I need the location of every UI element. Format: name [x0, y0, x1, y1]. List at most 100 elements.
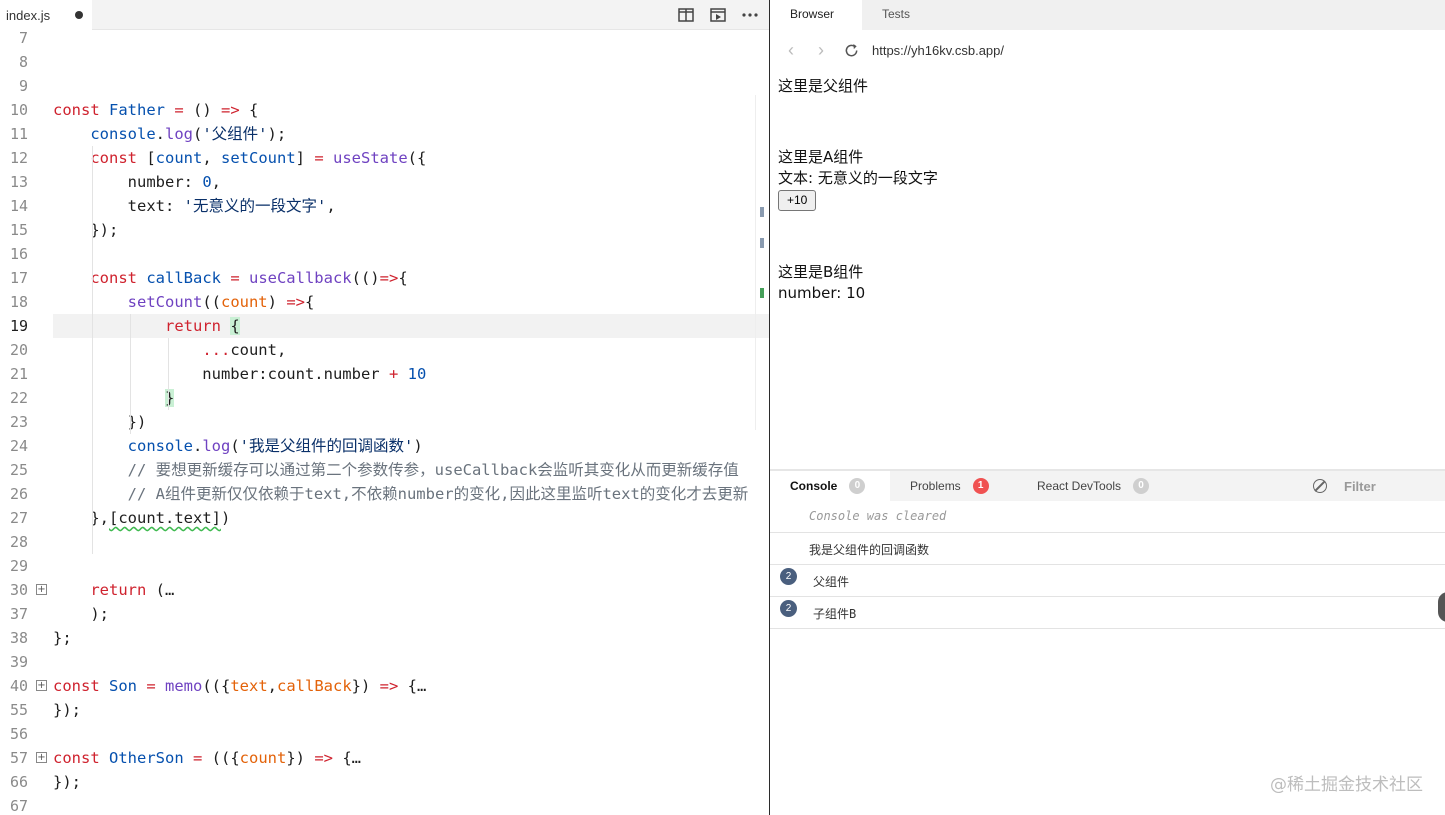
- editor-scrollbar[interactable]: [755, 95, 769, 430]
- code-token: const: [53, 677, 109, 695]
- line-number: 17: [9, 269, 28, 287]
- scrollbar-marker: [760, 207, 764, 217]
- tab-console[interactable]: Console 0: [770, 471, 890, 501]
- line-number: 11: [9, 125, 28, 143]
- indent-guide: [168, 338, 169, 410]
- code-token: useState: [333, 149, 408, 167]
- code-token: '我是父组件的回调函数': [239, 437, 414, 455]
- code-line[interactable]: 39: [0, 650, 769, 674]
- code-token: Father: [109, 101, 165, 119]
- code-line[interactable]: 17 const callBack = useCallback(()=>{: [0, 266, 769, 290]
- fold-expand-icon[interactable]: +: [36, 680, 47, 691]
- code-line[interactable]: 38};: [0, 626, 769, 650]
- code-line[interactable]: 57 + const OtherSon = (({count}) => {…: [0, 746, 769, 770]
- code-editor[interactable]: index.js 7 8 9 10 const Father = () => {11 c…: [0, 0, 769, 815]
- code-line[interactable]: 37 );: [0, 602, 769, 626]
- console-log-row[interactable]: 2 父组件: [770, 565, 1445, 597]
- code-token: (: [230, 437, 240, 455]
- code-line[interactable]: 12 const [count, setCount] = useState({: [0, 146, 769, 170]
- code-line[interactable]: 27 },[count.text]): [0, 506, 769, 530]
- code-line[interactable]: 11 console.log('父组件');: [0, 122, 769, 146]
- line-number: 15: [9, 221, 28, 239]
- code-token: count: [239, 749, 287, 767]
- tab-console-label: Console: [790, 479, 838, 493]
- add-ten-button[interactable]: +10: [778, 190, 817, 211]
- code-line[interactable]: 18 setCount((count) =>{: [0, 290, 769, 314]
- code-token: ): [220, 509, 231, 527]
- fold-expand-icon[interactable]: +: [36, 752, 47, 763]
- code-line[interactable]: 22 }: [0, 386, 769, 410]
- url-field[interactable]: https://yh16kv.csb.app/: [872, 43, 1004, 58]
- more-icon[interactable]: [741, 7, 759, 23]
- code-line[interactable]: 30 + return (…: [0, 578, 769, 602]
- code-line[interactable]: 29: [0, 554, 769, 578]
- scroll-handle[interactable]: [1438, 592, 1445, 622]
- code-line[interactable]: 7: [0, 26, 769, 50]
- code-token: ,: [267, 677, 277, 695]
- code-line[interactable]: 28: [0, 530, 769, 554]
- code-line[interactable]: 24 console.log('我是父组件的回调函数'): [0, 434, 769, 458]
- code-text: });: [53, 218, 118, 242]
- back-icon[interactable]: ‹: [782, 41, 800, 59]
- code-line[interactable]: 40 + const Son = memo(({text,callBack}) =>…: [0, 674, 769, 698]
- clear-console-icon[interactable]: [1313, 479, 1327, 493]
- code-line[interactable]: 23 }): [0, 410, 769, 434]
- code-area[interactable]: 7 8 9 10 const Father = () => {11 console.lo…: [0, 26, 769, 815]
- code-token: ,: [211, 173, 221, 191]
- code-token: useCallback: [248, 269, 352, 287]
- forward-icon[interactable]: ›: [812, 41, 830, 59]
- code-token: ((: [202, 293, 221, 311]
- code-line[interactable]: 8: [0, 50, 769, 74]
- reload-icon[interactable]: [842, 41, 860, 59]
- console-filter-input[interactable]: [1332, 474, 1445, 498]
- unsaved-dot-icon[interactable]: [75, 11, 83, 19]
- code-token: log: [165, 125, 193, 143]
- code-line[interactable]: 16: [0, 242, 769, 266]
- code-line[interactable]: 66});: [0, 770, 769, 794]
- tab-browser[interactable]: Browser: [770, 0, 862, 30]
- code-text: console.log('我是父组件的回调函数'): [53, 434, 423, 458]
- tab-tests[interactable]: Tests: [862, 0, 930, 30]
- code-line[interactable]: 26 // A组件更新仅仅依赖于text,不依赖number的变化,因此这里监听…: [0, 482, 769, 506]
- fold-expand-icon[interactable]: +: [36, 584, 47, 595]
- code-token: ): [413, 437, 423, 455]
- code-token: ...: [202, 341, 231, 359]
- code-line[interactable]: 20 ...count,: [0, 338, 769, 362]
- console-log-row[interactable]: 2 子组件B: [770, 597, 1445, 629]
- code-line[interactable]: 25 // 要想更新缓存可以通过第二个参数传参，useCallback会监听其变…: [0, 458, 769, 482]
- code-token: =: [165, 101, 193, 119]
- code-token: =: [137, 677, 165, 695]
- code-line[interactable]: 13 number: 0,: [0, 170, 769, 194]
- code-text: number: 0,: [53, 170, 221, 194]
- split-editor-icon[interactable]: [677, 7, 695, 23]
- preview-icon[interactable]: [709, 7, 727, 23]
- code-token: memo: [165, 677, 203, 695]
- code-line[interactable]: 9: [0, 74, 769, 98]
- console-log-row[interactable]: Console was cleared: [770, 501, 1445, 533]
- code-line[interactable]: 55});: [0, 698, 769, 722]
- code-line[interactable]: 19 return {: [0, 314, 769, 338]
- code-text: const callBack = useCallback(()=>{: [53, 266, 408, 290]
- code-line[interactable]: 67: [0, 794, 769, 815]
- tab-problems[interactable]: Problems 1: [910, 471, 989, 501]
- line-number: 39: [9, 653, 28, 671]
- code-line[interactable]: 56: [0, 722, 769, 746]
- code-token: {…: [333, 749, 361, 767]
- code-token: '无意义的一段文字': [183, 197, 327, 215]
- code-line[interactable]: 14 text: '无意义的一段文字',: [0, 194, 769, 218]
- code-token: callBack: [146, 269, 221, 287]
- line-number: 12: [9, 149, 28, 167]
- line-number: 14: [9, 197, 28, 215]
- b-title: 这里是B组件: [778, 263, 864, 281]
- father-title: 这里是父组件: [778, 77, 869, 95]
- code-token: ((): [351, 269, 380, 287]
- console-log-row[interactable]: 我是父组件的回调函数: [770, 533, 1445, 565]
- code-token: {: [398, 269, 408, 287]
- code-token: callBack: [277, 677, 352, 695]
- code-line[interactable]: 21 number:count.number + 10: [0, 362, 769, 386]
- code-line[interactable]: 10 const Father = () => {: [0, 98, 769, 122]
- code-text: );: [53, 602, 109, 626]
- preview-pane: Browser Tests ‹ › https://yh16kv.csb.app…: [770, 0, 1445, 815]
- tab-react-devtools[interactable]: React DevTools 0: [1037, 471, 1150, 501]
- code-line[interactable]: 15 });: [0, 218, 769, 242]
